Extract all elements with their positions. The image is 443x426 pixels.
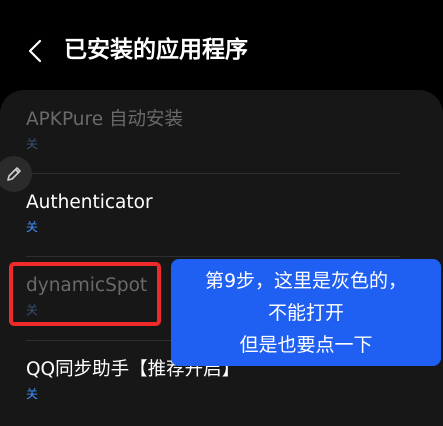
callout-line-1: 第9步，这里是灰色的， — [204, 269, 408, 292]
app-status: 关 — [26, 220, 39, 234]
chevron-left-icon — [28, 39, 42, 63]
divider — [26, 256, 400, 257]
highlight-box — [9, 262, 161, 326]
app-item-apkpure[interactable]: APKPure 自动安装 关 — [26, 107, 402, 152]
page-title: 已安装的应用程序 — [64, 37, 248, 63]
callout-line-2: 不能打开 — [267, 301, 344, 324]
app-name: Authenticator — [26, 192, 153, 213]
callout-line-3: 但是也要点一下 — [239, 333, 373, 356]
app-bar: 已安装的应用程序 — [0, 0, 443, 88]
instruction-callout: 第9步，这里是灰色的， 不能打开 但是也要点一下 — [171, 259, 441, 366]
back-button[interactable] — [22, 36, 48, 66]
divider — [26, 173, 400, 174]
app-name: APKPure 自动安装 — [26, 109, 183, 130]
pencil-icon — [7, 167, 21, 181]
app-item-authenticator[interactable]: Authenticator 关 — [26, 190, 402, 235]
app-status: 关 — [26, 137, 39, 151]
app-status: 关 — [26, 387, 39, 401]
